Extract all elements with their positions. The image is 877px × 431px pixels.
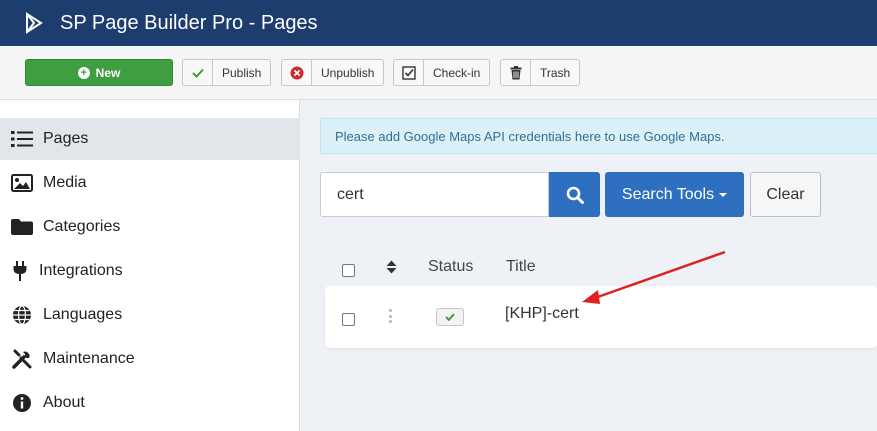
- sppb-logo-icon: [24, 12, 46, 34]
- google-maps-alert: Please add Google Maps API credentials h…: [320, 118, 877, 154]
- row-checkbox[interactable]: [342, 313, 355, 326]
- x-circle-icon: [282, 60, 312, 85]
- sidebar-item-integrations[interactable]: Integrations: [0, 250, 300, 292]
- toolbar: + New Publish Unpublish Check-in Trash: [0, 46, 877, 100]
- page-title: SP Page Builder Pro - Pages: [60, 11, 318, 34]
- image-icon: [11, 172, 33, 194]
- checkin-button-label: Check-in: [433, 65, 481, 80]
- check-icon: [445, 313, 455, 321]
- select-all-checkbox[interactable]: [342, 264, 355, 277]
- app-header: SP Page Builder Pro - Pages: [0, 0, 877, 46]
- search-tools-button[interactable]: Search Tools: [605, 172, 744, 217]
- folder-icon: [11, 216, 33, 238]
- info-icon: [11, 392, 33, 414]
- status-published-toggle[interactable]: [436, 308, 464, 326]
- sidebar-item-label: Languages: [43, 306, 123, 323]
- trash-button-label: Trash: [540, 65, 571, 80]
- sidebar-item-label: Pages: [43, 130, 89, 147]
- search-icon: [566, 186, 584, 204]
- sidebar-item-languages[interactable]: Languages: [0, 294, 300, 336]
- new-button[interactable]: + New: [25, 59, 173, 86]
- search-button[interactable]: [549, 172, 600, 217]
- tools-icon: [11, 348, 33, 370]
- title-column-header[interactable]: Title: [506, 258, 536, 276]
- unpublish-button-label: Unpublish: [321, 65, 375, 80]
- sidebar-item-pages[interactable]: Pages: [0, 118, 300, 160]
- globe-icon: [11, 304, 33, 326]
- checkin-button[interactable]: Check-in: [393, 59, 491, 86]
- sort-icon[interactable]: [386, 260, 397, 279]
- sidebar-item-maintenance[interactable]: Maintenance: [0, 338, 300, 380]
- list-icon: [11, 128, 33, 150]
- sidebar-item-about[interactable]: About: [0, 382, 300, 424]
- plug-icon: [11, 260, 29, 282]
- publish-button-label: Publish: [222, 65, 262, 80]
- trash-button[interactable]: Trash: [500, 59, 581, 86]
- sidebar-item-label: About: [43, 394, 85, 411]
- sidebar-item-label: Categories: [43, 218, 121, 235]
- sidebar: Pages Media Categories Integrations Lang…: [0, 100, 300, 431]
- status-column-header[interactable]: Status: [428, 258, 473, 276]
- search-input[interactable]: [320, 172, 549, 217]
- checkbox-checked-icon: [394, 60, 424, 85]
- sidebar-item-media[interactable]: Media: [0, 162, 300, 204]
- publish-button[interactable]: Publish: [182, 59, 272, 86]
- annotation-arrow: [582, 250, 726, 304]
- unpublish-button[interactable]: Unpublish: [281, 59, 385, 86]
- drag-handle-icon[interactable]: [389, 309, 393, 323]
- plus-icon: +: [77, 66, 90, 79]
- check-icon: [183, 60, 213, 85]
- new-button-label: New: [95, 65, 121, 80]
- trash-icon: [501, 60, 531, 85]
- caret-down-icon: [719, 192, 728, 197]
- sidebar-item-label: Integrations: [39, 262, 123, 279]
- sidebar-item-label: Maintenance: [43, 350, 135, 367]
- sidebar-item-label: Media: [43, 174, 87, 191]
- search-tools-label: Search Tools: [621, 185, 715, 203]
- clear-button[interactable]: Clear: [750, 172, 821, 217]
- sidebar-item-categories[interactable]: Categories: [0, 206, 300, 248]
